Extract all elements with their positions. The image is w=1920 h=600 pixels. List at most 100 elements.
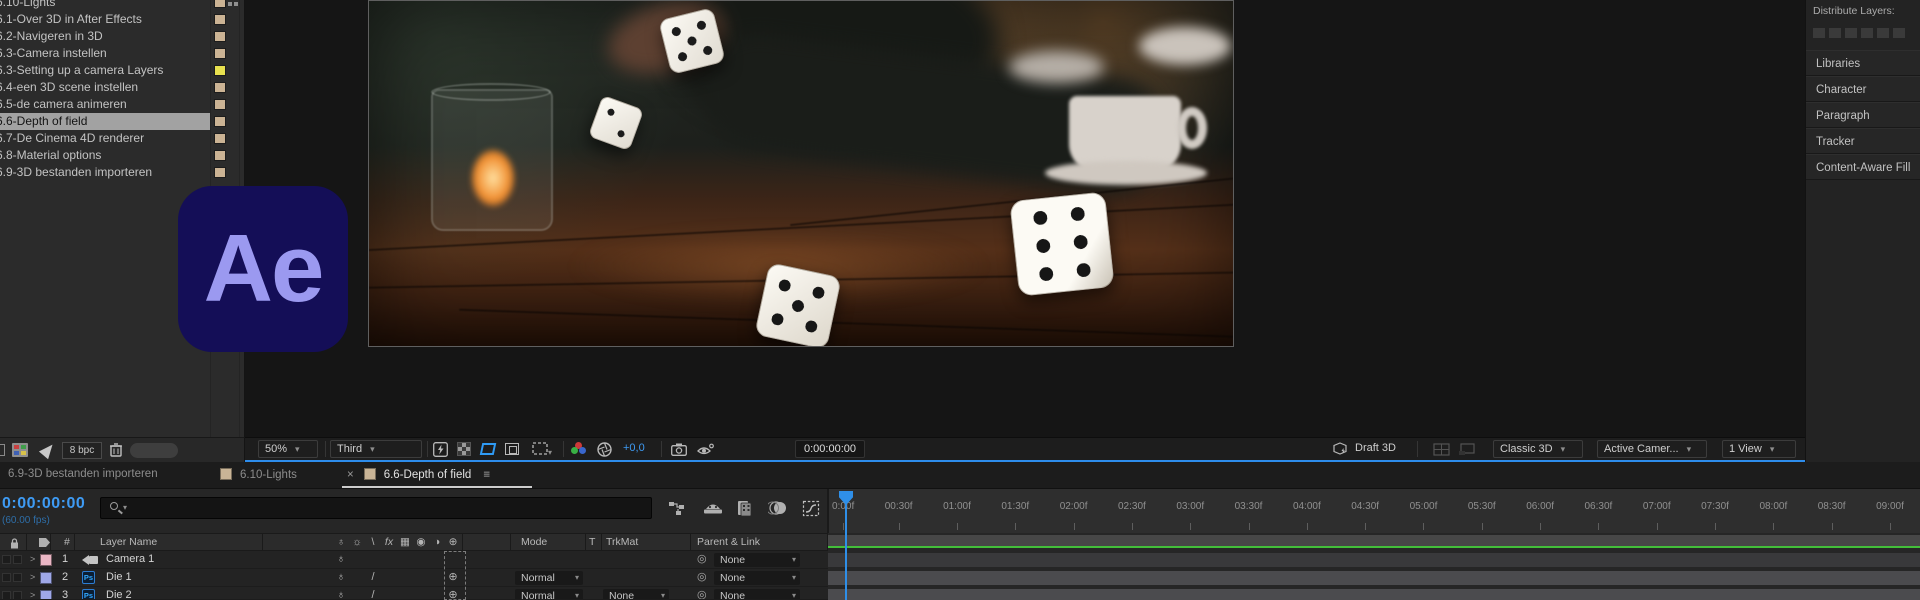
distribute-icon[interactable] [1877, 28, 1889, 38]
label-swatch[interactable] [214, 150, 226, 161]
project-item[interactable]: 6.3-Camera instellen [0, 45, 245, 62]
adjustment-switch-header[interactable]: ◑ [429, 534, 445, 551]
label-swatch[interactable] [214, 82, 226, 93]
label-swatch[interactable] [214, 65, 226, 76]
frame-blend-switch-header[interactable]: ▦ [397, 534, 413, 551]
project-item[interactable]: 6.4-een 3D scene instellen [0, 79, 245, 96]
audio-toggle[interactable] [13, 555, 22, 564]
project-item[interactable]: 6.3-Setting up a camera Layers [0, 62, 245, 79]
label-swatch[interactable] [214, 133, 226, 144]
shy-toggle[interactable]: ♁ [333, 569, 349, 586]
comp-flowchart-icon[interactable] [668, 500, 686, 516]
layer-duration-bar[interactable] [828, 589, 1920, 600]
shy-toggle[interactable]: ♁ [333, 551, 349, 568]
panel-menu-icon[interactable]: ≡ [483, 469, 490, 481]
layer-label-swatch[interactable] [40, 554, 52, 566]
resolution-icon[interactable]: ▾ [529, 440, 555, 458]
pick-whip-icon[interactable]: ◎ [697, 587, 707, 600]
effects-switch-header[interactable]: fx [381, 534, 397, 551]
ground-plane-icon[interactable] [1433, 440, 1451, 458]
layer-name[interactable]: Camera 1 [106, 551, 154, 568]
quality-toggle[interactable]: / [365, 587, 381, 600]
label-swatch[interactable] [214, 48, 226, 59]
snapshot-icon[interactable] [671, 440, 689, 458]
grid-guides-dropdown[interactable]: Third▾ [330, 440, 422, 458]
extended-viewer-icon[interactable] [1458, 440, 1476, 458]
panel-tab-libraries[interactable]: Libraries [1806, 50, 1920, 76]
video-toggle[interactable] [2, 555, 11, 564]
layer-label-swatch[interactable] [40, 572, 52, 584]
show-snapshot-icon[interactable] [697, 440, 715, 458]
playhead-line[interactable] [845, 491, 847, 600]
panel-tab-content-aware-fill[interactable]: Content-Aware Fill [1806, 154, 1920, 180]
exposure-value[interactable]: +0,0 [623, 440, 645, 458]
trkmat-header[interactable]: TrkMat [606, 534, 638, 551]
expander-icon[interactable]: > [30, 587, 35, 600]
camera-view-dropdown[interactable]: Active Camer...▾ [1597, 440, 1707, 458]
quality-toggle[interactable]: / [365, 569, 381, 586]
parent-link-header[interactable]: Parent & Link [697, 534, 760, 551]
layer-row[interactable]: > 2 Ps Die 1 ♁ / ⊕ Normal▾ ◎ None▾ [0, 569, 828, 587]
blend-mode-dropdown[interactable]: Normal▾ [515, 571, 583, 585]
project-item[interactable]: 6.2-Navigeren in 3D [0, 28, 245, 45]
graph-editor-icon[interactable] [802, 500, 820, 517]
delete-icon[interactable] [110, 443, 122, 457]
project-item[interactable]: 6.8-Material options [0, 147, 245, 164]
search-input[interactable]: ▾ [100, 497, 652, 519]
project-item[interactable]: 6.10-Lights [0, 0, 245, 11]
shy-switch-header[interactable]: ♁ [333, 534, 349, 551]
layer-name[interactable]: Die 2 [106, 587, 132, 600]
label-swatch[interactable] [214, 14, 226, 25]
panel-tab-tracker[interactable]: Tracker [1806, 128, 1920, 154]
brush-icon[interactable] [39, 441, 57, 459]
label-swatch[interactable] [214, 116, 226, 127]
audio-toggle[interactable] [13, 591, 22, 600]
parent-dropdown[interactable]: None▾ [714, 571, 800, 585]
parent-dropdown[interactable]: None▾ [714, 553, 800, 567]
shy-layers-icon[interactable] [703, 500, 723, 516]
blend-mode-dropdown[interactable]: Normal▾ [515, 589, 583, 600]
exposure-reset-icon[interactable] [597, 440, 615, 458]
layer-row[interactable]: > 3 Ps Die 2 ♁ / ⊕ Normal▾ None▾ ◎ None▾ [0, 587, 828, 600]
bit-depth-button[interactable]: 8 bpc [62, 442, 102, 459]
distribute-icon[interactable] [1829, 28, 1841, 38]
composition-viewport[interactable] [368, 0, 1234, 347]
draft-3d-icon[interactable] [1333, 440, 1351, 458]
mask-visibility-icon[interactable] [481, 440, 499, 458]
label-swatch[interactable] [214, 99, 226, 110]
audio-toggle[interactable] [13, 573, 22, 582]
threed-switch-header[interactable]: ⊕ [445, 534, 461, 551]
pick-whip-icon[interactable]: ◎ [697, 551, 707, 568]
collapse-switch-header[interactable]: ☼ [349, 534, 365, 551]
comp-tab-active[interactable]: ×6.6-Depth of field≡ [347, 468, 490, 481]
work-area-bar[interactable] [828, 535, 1920, 546]
motion-blur-switch-header[interactable]: ◉ [413, 534, 429, 551]
mode-header[interactable]: Mode [521, 534, 547, 551]
layer-number-header[interactable]: # [64, 534, 70, 551]
distribute-icon[interactable] [1813, 28, 1825, 38]
pick-whip-icon[interactable]: ◎ [697, 569, 707, 586]
current-time-field[interactable]: 0:00:00:00 [2, 495, 85, 513]
view-layout-dropdown[interactable]: 1 View▾ [1722, 440, 1796, 458]
project-item[interactable]: 6.1-Over 3D in After Effects [0, 11, 245, 28]
distribute-icon[interactable] [1845, 28, 1857, 38]
time-ruler[interactable]: 0:00f00:30f01:00f01:30f02:00f02:30f03:00… [828, 489, 1920, 533]
layer-duration-bar[interactable] [828, 553, 1920, 567]
expander-icon[interactable]: > [30, 569, 35, 586]
label-swatch[interactable] [214, 0, 226, 8]
transparency-grid-icon[interactable] [457, 440, 475, 458]
project-item[interactable]: 6.7-De Cinema 4D renderer [0, 130, 245, 147]
project-item-selected[interactable]: 6.6-Depth of field [0, 113, 245, 130]
panel-tab-character[interactable]: Character [1806, 76, 1920, 102]
parent-dropdown[interactable]: None▾ [714, 589, 800, 600]
fast-previews-icon[interactable] [433, 440, 451, 458]
trkmat-dropdown[interactable]: None▾ [603, 589, 669, 600]
comp-tab[interactable]: 6.10-Lights [220, 468, 297, 481]
draft-3d-toggle[interactable]: Draft 3D [1355, 440, 1396, 458]
layer-row[interactable]: > 1 Camera 1 ♁ ◎ None▾ [0, 551, 828, 569]
layer-duration-bar[interactable] [828, 571, 1920, 585]
region-of-interest-icon[interactable] [505, 440, 523, 458]
renderer-dropdown[interactable]: Classic 3D▾ [1493, 440, 1583, 458]
label-swatch[interactable] [214, 167, 226, 178]
shy-toggle[interactable]: ♁ [333, 587, 349, 600]
